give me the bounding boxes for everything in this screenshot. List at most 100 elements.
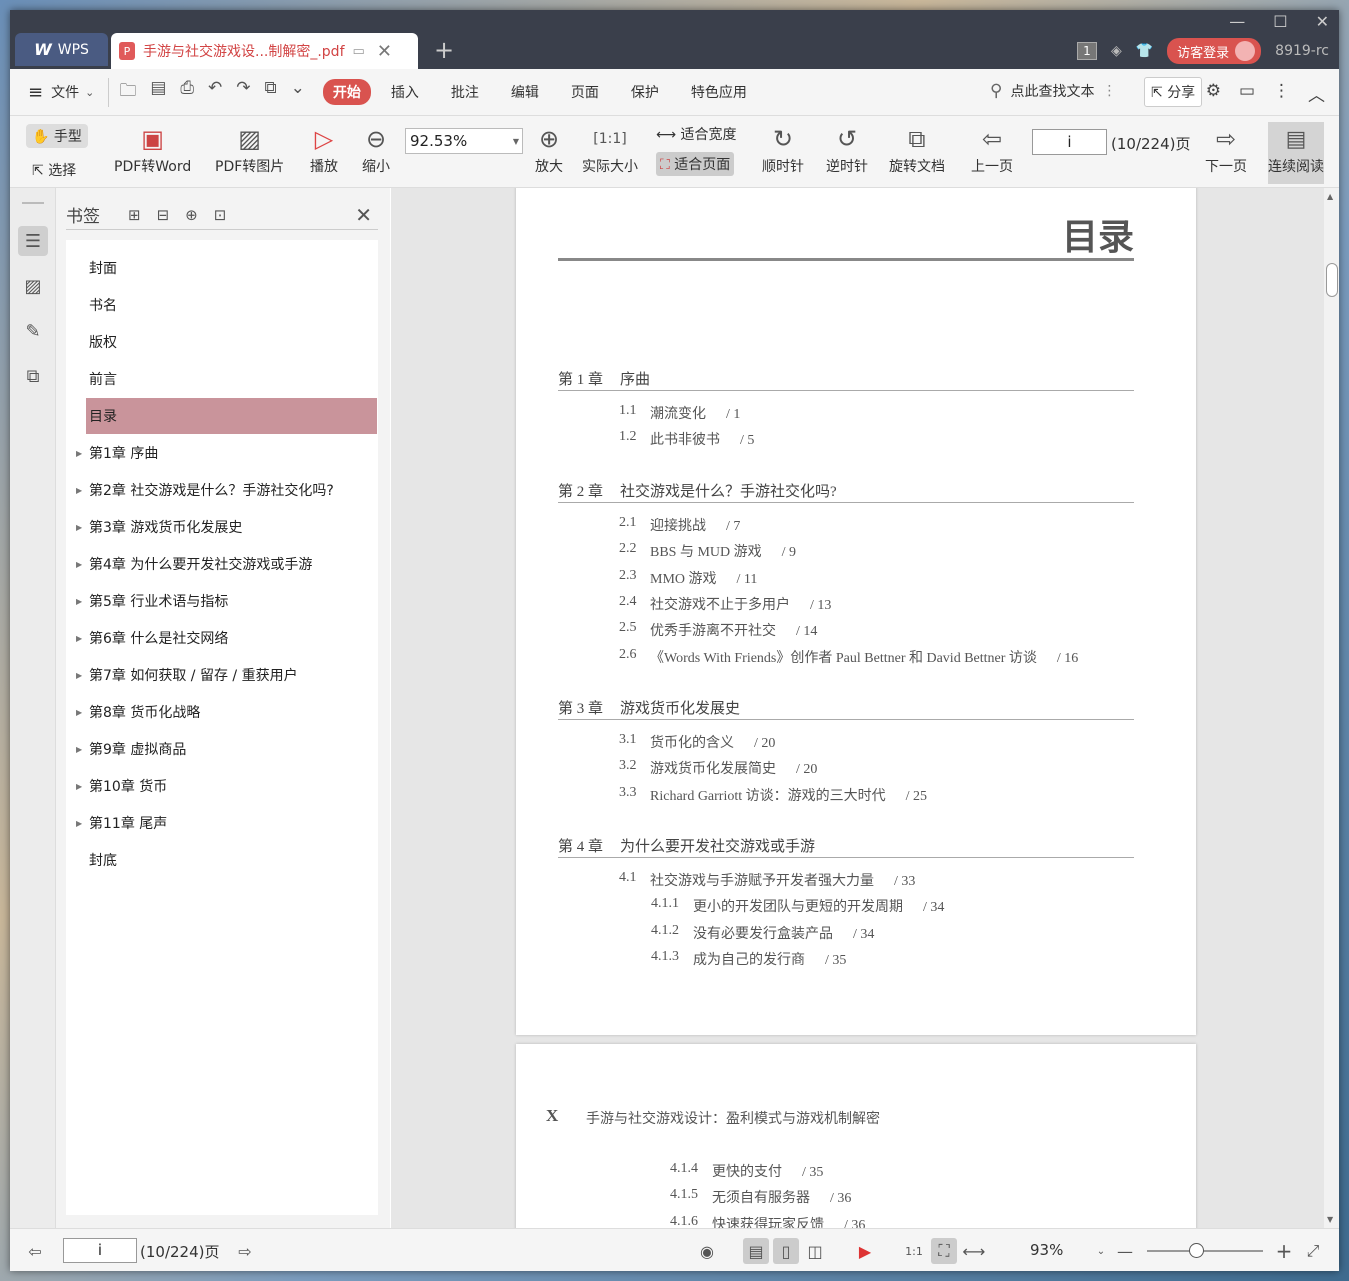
toc-entry-link[interactable]: Richard Garriott 访谈：游戏的三大时代 / 25 <box>650 785 927 805</box>
more-dropdown-icon[interactable]: ⌄ <box>291 78 305 107</box>
close-panel-icon[interactable]: ✕ <box>355 203 372 227</box>
status-zoom-value[interactable]: 93% <box>1030 1241 1063 1259</box>
shirt-icon[interactable]: 👕 <box>1136 43 1153 59</box>
bookmark-item[interactable]: ▶ 第10章 货币 <box>76 768 377 804</box>
menu-page-tab[interactable]: 页面 <box>571 82 599 102</box>
zoom-slider[interactable] <box>1147 1243 1263 1258</box>
wps-home-tab[interactable]: W WPS <box>15 33 108 66</box>
pdf-to-word-button[interactable]: ▣ PDF转Word <box>114 122 191 176</box>
expand-arrow-icon[interactable]: ▶ <box>76 782 82 791</box>
more-icon[interactable]: ⋮ <box>1273 81 1290 106</box>
rotate-clockwise-button[interactable]: ↻ 顺时针 <box>762 122 804 176</box>
toc-entry-link[interactable]: BBS 与 MUD 游戏 / 9 <box>650 541 796 561</box>
rotate-document-button[interactable]: ⧉ 旋转文档 <box>889 122 945 176</box>
toc-entry-link[interactable]: 此书非彼书 / 5 <box>650 429 754 449</box>
toc-entry-link[interactable]: 更小的开发团队与更短的开发周期 / 34 <box>693 896 944 916</box>
window-count-badge[interactable]: 1 <box>1076 42 1097 60</box>
collapse-ribbon-icon[interactable]: ︿ <box>1308 81 1325 106</box>
new-tab-button[interactable]: + <box>434 36 454 64</box>
document-tab[interactable]: P 手游与社交游戏设...制解密_.pdf ▭ ✕ <box>111 33 418 69</box>
page-number-input[interactable]: i <box>1032 129 1107 155</box>
collapse-all-icon[interactable]: ⊟ <box>157 206 170 224</box>
expand-arrow-icon[interactable]: ▶ <box>76 745 82 754</box>
bookmark-item[interactable]: 书名 <box>86 287 377 323</box>
play-slideshow-icon[interactable]: ▶ <box>852 1238 878 1264</box>
toc-entry-link[interactable]: 潮流变化 / 1 <box>650 403 740 423</box>
toc-entry-link[interactable]: 社交游戏与手游赋予开发者强大力量 / 33 <box>650 870 915 890</box>
bookmark-item[interactable]: 目录 <box>86 398 377 434</box>
close-window-icon[interactable]: ✕ <box>1316 12 1329 31</box>
expand-arrow-icon[interactable]: ▶ <box>76 597 82 606</box>
zoom-dropdown-icon[interactable]: ⌄ <box>1088 1238 1114 1264</box>
menu-insert-tab[interactable]: 插入 <box>391 82 419 102</box>
continuous-view-icon[interactable]: ▤ <box>743 1238 769 1264</box>
toc-entry-link[interactable]: 没有必要发行盒装产品 / 34 <box>693 923 874 943</box>
settings-icon[interactable]: ⚙ <box>1206 81 1221 106</box>
zoom-in-button[interactable]: ⊕ 放大 <box>535 122 563 176</box>
comment-icon[interactable]: ▭ <box>1239 81 1255 106</box>
bookmark-item[interactable]: 版权 <box>86 324 377 360</box>
toc-entry-link[interactable]: 成为自己的发行商 / 35 <box>693 949 846 969</box>
minimize-icon[interactable]: — <box>1229 12 1245 31</box>
hamburger-icon[interactable]: ≡ <box>28 82 43 103</box>
toc-entry-link[interactable]: 迎接挑战 / 7 <box>650 515 740 535</box>
toc-entry-link[interactable]: 《Words With Friends》创作者 Paul Bettner 和 D… <box>650 647 1078 667</box>
toc-entry-link[interactable]: 更快的支付 / 35 <box>712 1161 823 1181</box>
bookmark-item[interactable]: ▶ 第9章 虚拟商品 <box>76 731 377 767</box>
scroll-up-icon[interactable]: ▲ <box>1327 192 1333 201</box>
print-icon[interactable]: ⎙ <box>180 78 194 107</box>
fit-width-button[interactable]: ⟷ 适合宽度 <box>656 124 737 144</box>
expand-arrow-icon[interactable]: ▶ <box>76 560 82 569</box>
chevron-down-icon[interactable]: ⌄ <box>85 86 94 99</box>
signature-icon[interactable]: ⧉ <box>18 361 48 391</box>
file-menu[interactable]: 文件 <box>51 82 79 102</box>
bookmark-options-icon[interactable]: ⊡ <box>214 206 227 224</box>
status-next-page-icon[interactable]: ⇨ <box>232 1238 258 1264</box>
fit-page-button[interactable]: ⛶ 适合页面 <box>656 152 735 176</box>
vertical-scrollbar[interactable]: ▲ ▼ <box>1324 188 1339 1228</box>
monitor-icon[interactable]: ▭ <box>353 44 365 59</box>
eye-icon[interactable]: ◉ <box>694 1238 720 1264</box>
maximize-icon[interactable]: ☐ <box>1273 12 1287 31</box>
toc-entry-link[interactable]: MMO 游戏 / 11 <box>650 568 757 588</box>
fit-page-status-icon[interactable]: ⛶ <box>931 1238 957 1264</box>
bookmark-item[interactable]: ▶ 第3章 游戏货币化发展史 <box>76 509 377 545</box>
close-tab-icon[interactable]: ✕ <box>377 41 392 62</box>
bookmark-item[interactable]: ▶ 第4章 为什么要开发社交游戏或手游 <box>76 546 377 582</box>
annotation-icon[interactable]: ✎ <box>18 316 48 346</box>
two-page-icon[interactable]: ◫ <box>802 1238 828 1264</box>
bookmark-item[interactable]: ▶ 第8章 货币化战略 <box>76 694 377 730</box>
toc-entry-link[interactable]: 社交游戏不止于多用户 / 13 <box>650 594 831 614</box>
export-image-icon[interactable]: ⧉ <box>264 78 276 107</box>
bookmark-panel-icon[interactable]: ☰ <box>18 226 48 256</box>
scrollbar-thumb[interactable] <box>1326 263 1338 297</box>
toc-entry-link[interactable]: 快速获得玩家反馈 / 36 <box>712 1214 865 1228</box>
expand-arrow-icon[interactable]: ▶ <box>76 708 82 717</box>
pdf-to-image-button[interactable]: ▨ PDF转图片 <box>215 122 284 176</box>
toc-entry-link[interactable]: 优秀手游离不开社交 / 14 <box>650 620 817 640</box>
toc-entry-link[interactable]: 游戏货币化发展简史 / 20 <box>650 758 817 778</box>
scroll-down-icon[interactable]: ▼ <box>1327 1215 1333 1224</box>
select-tool-button[interactable]: ⇱ 选择 <box>32 160 76 180</box>
zoom-out-status-icon[interactable]: — <box>1112 1238 1138 1264</box>
fit-width-status-icon[interactable]: ⟷ <box>961 1238 987 1264</box>
add-bookmark-icon[interactable]: ⊕ <box>185 206 198 224</box>
thumbnail-icon[interactable]: ▨ <box>18 271 48 301</box>
find-text-box[interactable]: ⚲ 点此查找文本 ⋮ <box>990 81 1116 101</box>
expand-all-icon[interactable]: ⊞ <box>128 206 141 224</box>
more-vertical-icon[interactable]: ⋮ <box>1102 83 1116 99</box>
menu-special-tab[interactable]: 特色应用 <box>691 82 747 102</box>
single-page-icon[interactable]: ▯ <box>773 1238 799 1264</box>
zoom-slider-knob[interactable] <box>1189 1243 1205 1258</box>
menu-protect-tab[interactable]: 保护 <box>631 82 659 102</box>
bookmark-item[interactable]: ▶ 第5章 行业术语与指标 <box>76 583 377 619</box>
save-icon[interactable]: ▤ <box>150 78 166 107</box>
previous-page-button[interactable]: ⇦ 上一页 <box>971 122 1013 176</box>
continuous-read-button[interactable]: ▤ 连续阅读 <box>1268 122 1324 184</box>
undo-icon[interactable]: ↶ <box>208 78 222 107</box>
expand-arrow-icon[interactable]: ▶ <box>76 671 82 680</box>
expand-arrow-icon[interactable]: ▶ <box>76 486 82 495</box>
status-prev-page-icon[interactable]: ⇦ <box>22 1238 48 1264</box>
expand-arrow-icon[interactable]: ▶ <box>76 523 82 532</box>
expand-arrow-icon[interactable]: ▶ <box>76 634 82 643</box>
